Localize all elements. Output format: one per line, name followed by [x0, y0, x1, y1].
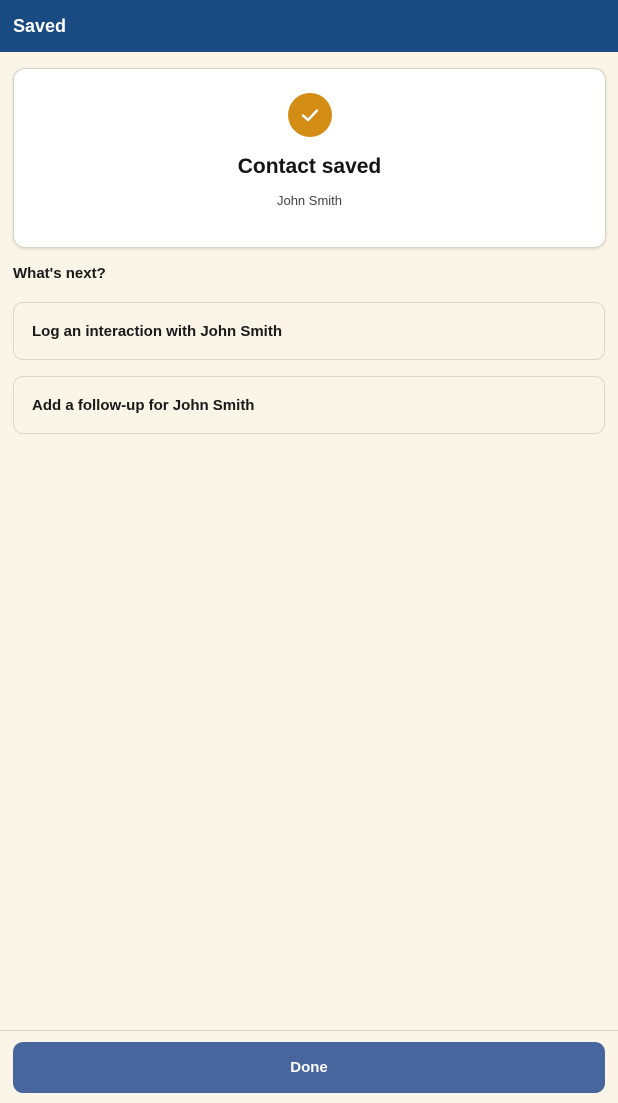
done-button[interactable]: Done [13, 1042, 605, 1093]
contact-name: John Smith [276, 193, 343, 208]
action-label: Add a follow-up for John Smith [32, 396, 255, 414]
confirmation-title: Contact saved [237, 155, 382, 178]
action-label: Log an interaction with John Smith [32, 322, 282, 340]
whats-next-heading: What's next? [13, 265, 106, 282]
bottom-bar: Done [0, 1030, 618, 1103]
confirmation-card: Contact saved John Smith [13, 68, 606, 248]
log-interaction-button[interactable]: Log an interaction with John Smith [13, 302, 605, 360]
check-icon [288, 93, 332, 137]
add-follow-up-button[interactable]: Add a follow-up for John Smith [13, 376, 605, 434]
page-title: Saved [13, 15, 67, 36]
app-bar: Saved [0, 0, 618, 52]
